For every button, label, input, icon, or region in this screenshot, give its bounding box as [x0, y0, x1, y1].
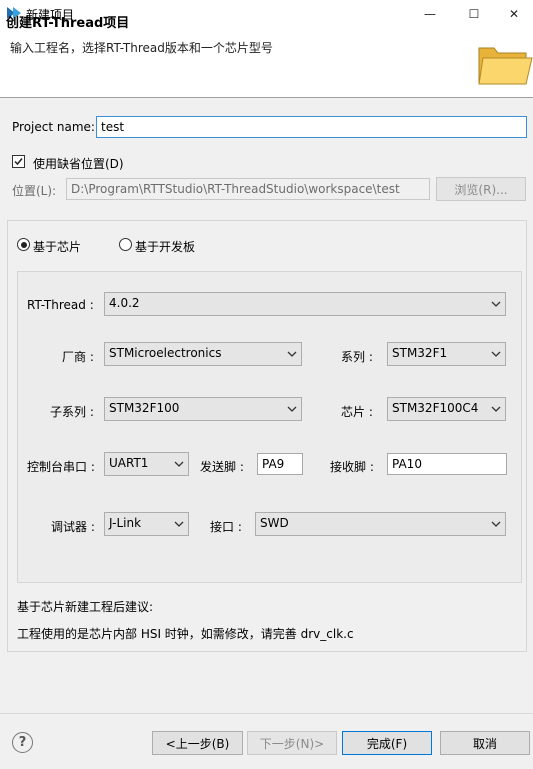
chevron-down-icon	[491, 521, 501, 527]
rx-pin-label: 接收脚 :	[330, 460, 374, 474]
use-default-location-checkbox[interactable]	[12, 155, 25, 168]
minimize-icon: —	[424, 6, 436, 21]
console-uart-select[interactable]: UART1	[104, 452, 189, 476]
finish-button[interactable]: 完成(F)	[342, 731, 432, 755]
folder-icon	[478, 47, 533, 85]
subseries-label: 子系列 :	[50, 405, 94, 419]
based-on-chip-label: 基于芯片	[33, 240, 82, 254]
console-uart-label: 控制台串口 :	[27, 460, 95, 474]
rx-pin-input[interactable]: PA10	[387, 453, 507, 475]
maximize-button[interactable]: ☐	[451, 0, 497, 27]
chevron-down-icon	[287, 406, 297, 412]
use-default-location-label: 使用缺省位置(D)	[33, 157, 124, 171]
tx-pin-label: 发送脚 :	[200, 460, 244, 474]
debugger-label: 调试器 :	[51, 520, 95, 534]
close-icon: ✕	[508, 6, 520, 21]
advice-text: 工程使用的是芯片内部 HSI 时钟，如需修改，请完善 drv_clk.c	[17, 627, 354, 641]
footer-divider	[0, 713, 533, 714]
vendor-select[interactable]: STMicroelectronics	[104, 342, 302, 366]
interface-value: SWD	[260, 516, 289, 530]
debugger-value: J-Link	[109, 516, 142, 530]
location-label: 位置(L):	[12, 184, 57, 198]
wizard-header	[0, 27, 533, 98]
based-on-chip-radio[interactable]	[17, 238, 30, 251]
series-select[interactable]: STM32F1	[387, 342, 506, 366]
page-title: 创建RT-Thread项目	[6, 16, 130, 31]
vendor-label: 厂商 :	[62, 350, 94, 364]
project-name-input[interactable]: test	[96, 116, 527, 138]
chevron-down-icon	[491, 406, 501, 412]
debugger-select[interactable]: J-Link	[104, 512, 189, 536]
series-label: 系列 :	[341, 350, 373, 364]
interface-label: 接口 :	[210, 520, 242, 534]
chevron-down-icon	[174, 461, 184, 467]
back-button[interactable]: <上一步(B)	[152, 731, 243, 755]
help-icon[interactable]: ?	[12, 732, 33, 753]
next-button[interactable]: 下一步(N)>	[247, 731, 337, 755]
chevron-down-icon	[491, 351, 501, 357]
chevron-down-icon	[491, 301, 501, 307]
page-description: 输入工程名，选择RT-Thread版本和一个芯片型号	[10, 41, 273, 55]
chevron-down-icon	[287, 351, 297, 357]
project-name-label: Project name:	[12, 120, 95, 134]
browse-button[interactable]: 浏览(R)...	[436, 177, 526, 201]
check-icon	[14, 158, 23, 166]
console-uart-value: UART1	[109, 456, 149, 470]
close-button[interactable]: ✕	[495, 0, 533, 27]
rtthread-version-value: 4.0.2	[109, 296, 140, 310]
tx-pin-input[interactable]: PA9	[257, 453, 303, 475]
chip-select[interactable]: STM32F100C4	[387, 397, 506, 421]
based-on-board-label: 基于开发板	[135, 240, 196, 254]
rtthread-version-label: RT-Thread :	[27, 298, 94, 312]
subseries-value: STM32F100	[109, 401, 180, 415]
interface-select[interactable]: SWD	[255, 512, 506, 536]
location-input[interactable]: D:\Program\RTTStudio\RT-ThreadStudio\wor…	[66, 178, 430, 200]
based-on-board-radio[interactable]	[119, 238, 132, 251]
rtthread-version-select[interactable]: 4.0.2	[104, 292, 506, 316]
subseries-select[interactable]: STM32F100	[104, 397, 302, 421]
cancel-button[interactable]: 取消	[440, 731, 530, 755]
chip-value: STM32F100C4	[392, 401, 479, 415]
minimize-button[interactable]: —	[407, 0, 453, 27]
advice-title: 基于芯片新建工程后建议:	[17, 600, 154, 614]
series-value: STM32F1	[392, 346, 448, 360]
maximize-icon: ☐	[468, 6, 480, 21]
config-panel	[17, 271, 522, 583]
vendor-value: STMicroelectronics	[109, 346, 222, 360]
chevron-down-icon	[174, 521, 184, 527]
chip-label: 芯片 :	[341, 405, 373, 419]
